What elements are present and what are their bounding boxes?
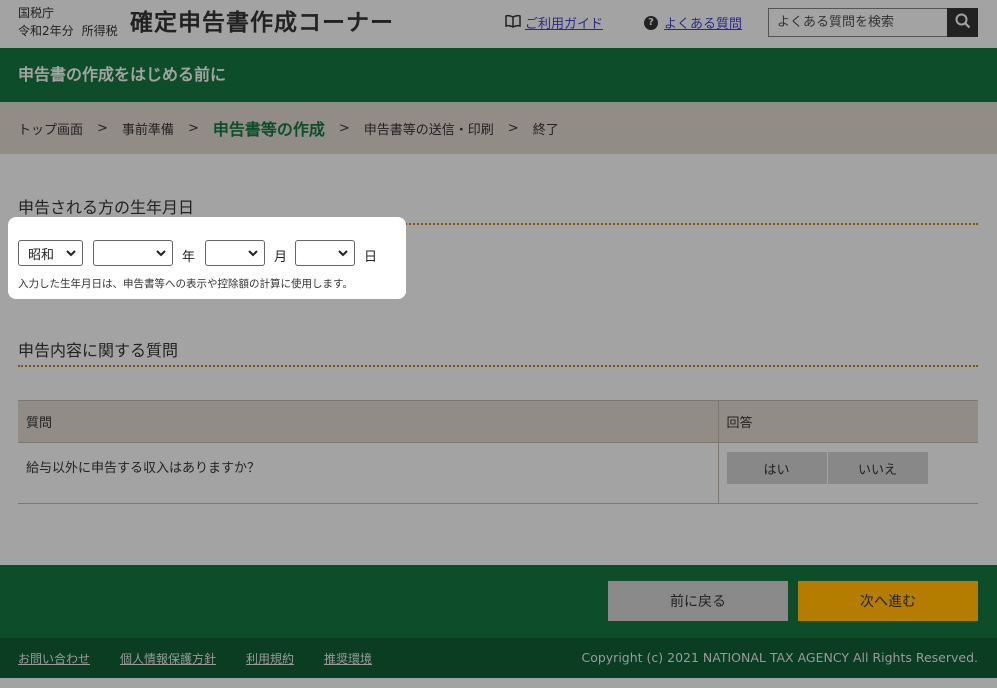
day-select[interactable] — [295, 240, 355, 266]
footer-link-terms[interactable]: 利用規約 — [246, 650, 294, 667]
question-circle-icon: ? — [644, 15, 658, 30]
no-button[interactable]: いいえ — [827, 452, 928, 484]
chevron-right-icon: > — [97, 120, 108, 136]
year-select[interactable] — [93, 240, 173, 266]
search-icon — [955, 13, 971, 33]
chevron-right-icon: > — [507, 120, 519, 136]
tax-year: 令和2年分 — [18, 24, 74, 38]
action-bar: 前に戻る 次へ進む — [0, 565, 997, 638]
footer-link-contact[interactable]: お問い合わせ — [18, 650, 90, 667]
faq-search-input[interactable] — [768, 8, 948, 37]
faq-link[interactable]: ? よくある質問 — [644, 13, 742, 32]
answer-button-group: はい いいえ — [726, 452, 979, 484]
chevron-down-icon — [156, 247, 166, 263]
copyright-text: Copyright (c) 2021 NATIONAL TAX AGENCY A… — [581, 650, 978, 665]
guide-link[interactable]: ご利用ガイド — [505, 13, 603, 32]
faq-link-label: よくある質問 — [664, 17, 743, 32]
chevron-down-icon — [66, 247, 76, 263]
table-row: 給与以外に申告する収入はありますか？ はい いいえ — [18, 442, 979, 504]
month-select[interactable] — [205, 240, 265, 266]
back-button[interactable]: 前に戻る — [608, 581, 788, 621]
breadcrumb-item-send: 申告書等の送信・印刷 — [363, 122, 494, 138]
book-icon — [505, 14, 521, 32]
agency-name: 国税庁 — [18, 6, 55, 20]
question-column-header: 質問 — [18, 400, 718, 443]
breadcrumb: トップ画面 > 事前準備 > 申告書等の作成 > 申告書等の送信・印刷 > 終了 — [0, 102, 997, 154]
footer: お問い合わせ 個人情報保護方針 利用規約 推奨環境 Copyright (c) … — [0, 638, 997, 678]
day-unit-label: 日 — [364, 250, 378, 265]
footer-links: お問い合わせ 個人情報保護方針 利用規約 推奨環境 — [18, 650, 372, 667]
breadcrumb-item-current: 申告書等の作成 — [212, 120, 325, 139]
section-divider — [18, 365, 978, 367]
breadcrumb-item-top: トップ画面 — [18, 122, 84, 138]
guide-link-label: ご利用ガイド — [525, 17, 604, 32]
tax-type: 所得税 — [81, 24, 118, 38]
chevron-right-icon: > — [338, 120, 350, 136]
chevron-down-icon — [338, 247, 348, 263]
questions-heading: 申告内容に関する質問 — [18, 341, 179, 360]
yes-button[interactable]: はい — [726, 452, 827, 484]
bottom-strip — [0, 678, 997, 688]
footer-link-privacy[interactable]: 個人情報保護方針 — [120, 650, 216, 667]
answer-column-header: 回答 — [717, 400, 978, 443]
chevron-right-icon: > — [187, 120, 199, 136]
question-text: 給与以外に申告する収入はありますか？ — [18, 442, 718, 504]
search-button[interactable] — [947, 8, 978, 37]
questions-table: 質問 回答 給与以外に申告する収入はありますか？ はい いいえ — [18, 400, 978, 504]
era-select-value: 昭和 — [28, 247, 55, 263]
chevron-down-icon — [248, 247, 258, 263]
answer-cell: はい いいえ — [717, 442, 979, 504]
tax-year-line: 令和2年分 所得税 — [18, 23, 118, 39]
birthdate-heading: 申告される方の生年月日 — [18, 198, 195, 217]
breadcrumb-item-end: 終了 — [532, 122, 559, 138]
next-button[interactable]: 次へ進む — [798, 581, 978, 621]
page-title: 申告書の作成をはじめる前に — [0, 48, 997, 102]
footer-link-environment[interactable]: 推奨環境 — [324, 650, 372, 667]
app-title: 確定申告書作成コーナー — [130, 10, 394, 36]
breadcrumb-item-prep: 事前準備 — [121, 122, 174, 138]
header: 国税庁 令和2年分 所得税 確定申告書作成コーナー ご利用ガイド ? よくある質問 — [0, 0, 997, 48]
table-header-row: 質問 回答 — [18, 400, 978, 443]
month-unit-label: 月 — [274, 250, 288, 265]
birthdate-help-text: 入力した生年月日は、申告書等への表示や控除額の計算に使用します。 — [18, 278, 353, 290]
era-select[interactable]: 昭和 — [18, 240, 83, 266]
year-unit-label: 年 — [182, 250, 196, 265]
